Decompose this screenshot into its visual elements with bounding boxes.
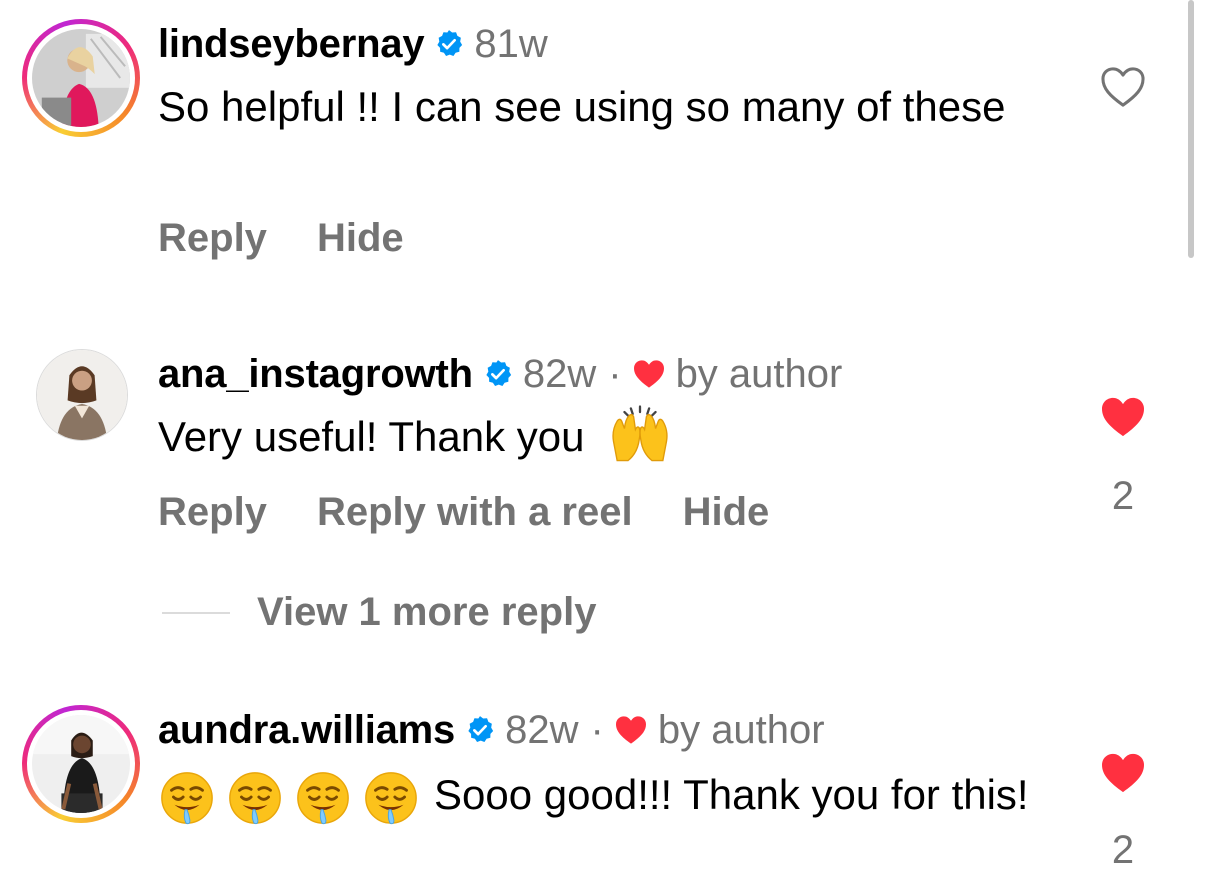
raising-hands-emoji-icon (608, 404, 672, 464)
drooling-face-emoji-icon (158, 769, 216, 827)
heart-icon (632, 359, 666, 389)
comment-item: aundra.williams 82w · by author Sooo goo… (0, 700, 1206, 893)
heart-filled-icon (1100, 752, 1146, 794)
heart-icon (614, 715, 648, 745)
avatar-image (32, 715, 130, 813)
verified-badge-icon (483, 359, 513, 389)
liked-by-author-label: by author (657, 707, 825, 752)
hide-button[interactable]: Hide (317, 216, 404, 261)
separator-dot: · (608, 351, 622, 396)
comment-header: ana_instagrowth 82w · by author (158, 352, 842, 396)
view-replies-button[interactable]: View 1 more reply (162, 590, 596, 635)
like-count[interactable]: 2 (1098, 474, 1148, 519)
username[interactable]: ana_instagrowth (158, 352, 473, 397)
view-replies-label: View 1 more reply (257, 590, 597, 634)
separator-dot: · (590, 707, 604, 752)
username[interactable]: lindseybernay (158, 22, 425, 67)
comment-actions: Reply Reply with a reel Hide (158, 490, 819, 535)
hide-button[interactable]: Hide (683, 490, 770, 535)
like-button[interactable] (1098, 66, 1148, 113)
avatar-image (36, 349, 128, 441)
verified-badge-icon (465, 715, 495, 745)
avatar[interactable] (22, 335, 140, 453)
comment-time: 82w (505, 707, 579, 752)
comment-text-row: Very useful! Thank you (158, 408, 1038, 466)
comment-text: Sooo good!!! Thank you for this! (434, 771, 1029, 818)
avatar[interactable] (22, 705, 140, 823)
comment-header: aundra.williams 82w · by author (158, 708, 825, 752)
like-count[interactable]: 2 (1098, 828, 1148, 873)
username[interactable]: aundra.williams (158, 708, 455, 753)
reply-button[interactable]: Reply (158, 490, 267, 535)
avatar[interactable] (22, 19, 140, 137)
comment-header: lindseybernay 81w (158, 22, 548, 66)
avatar-image (32, 29, 130, 127)
comment-item: lindseybernay 81w So helpful !! I can se… (0, 0, 1206, 300)
divider-line (162, 611, 230, 614)
comment-text: Very useful! Thank you (158, 413, 585, 460)
reply-with-reel-button[interactable]: Reply with a reel (317, 490, 633, 535)
comment-text-row: Sooo good!!! Thank you for this! (158, 766, 1038, 827)
comment-time: 82w (522, 351, 597, 396)
comment-time: 81w (474, 21, 548, 66)
comment-item: ana_instagrowth 82w · by author Very use… (0, 335, 1206, 660)
like-button[interactable] (1098, 752, 1148, 799)
scrollbar[interactable] (1188, 0, 1194, 258)
verified-badge-icon (434, 29, 464, 59)
comment-text: So helpful !! I can see using so many of… (158, 83, 1006, 130)
like-button[interactable] (1098, 396, 1148, 443)
liked-by-author-label: by author (675, 351, 843, 396)
drooling-face-emoji-icon (294, 769, 352, 827)
comment-actions: Reply Hide (158, 216, 454, 261)
drooling-face-emoji-icon (362, 769, 420, 827)
drooling-face-emoji-icon (226, 769, 284, 827)
heart-filled-icon (1100, 396, 1146, 438)
heart-outline-icon (1101, 67, 1145, 107)
reply-button[interactable]: Reply (158, 216, 267, 261)
